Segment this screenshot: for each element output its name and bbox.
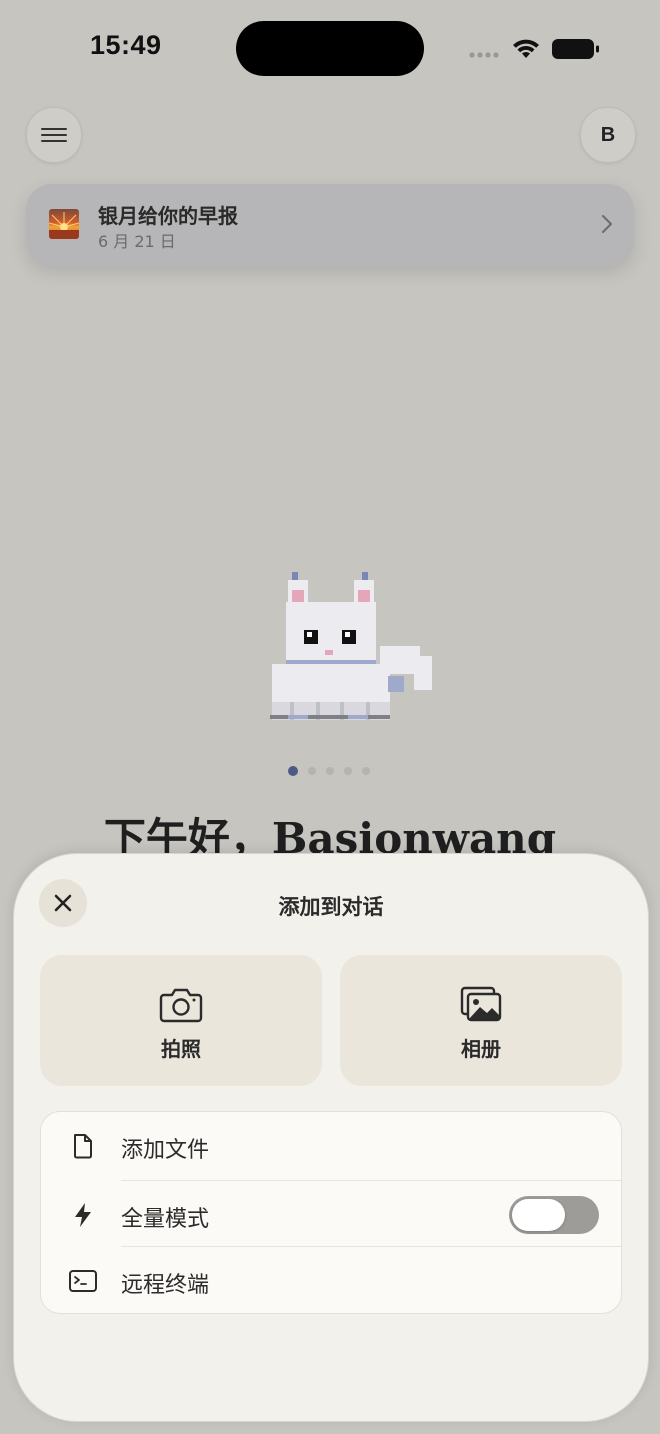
carousel-dots <box>288 766 370 776</box>
avatar-button[interactable]: B <box>580 107 636 163</box>
page-dot-4[interactable] <box>344 767 352 775</box>
file-icon <box>74 1134 92 1159</box>
take-photo-label: 拍照 <box>161 1037 201 1061</box>
add-file-option[interactable]: 添加文件 <box>41 1112 621 1178</box>
toggle-knob <box>512 1199 565 1231</box>
chevron-right-icon <box>602 215 612 233</box>
options-list: 添加文件 全量模式 远程终端 <box>40 1111 622 1314</box>
status-bar: 15:49 <box>0 0 660 100</box>
dynamic-island <box>236 21 424 76</box>
menu-icon <box>41 128 67 142</box>
remote-terminal-label: 远程终端 <box>121 1273 210 1298</box>
status-icons <box>468 36 600 62</box>
full-mode-toggle[interactable] <box>509 1196 599 1234</box>
brief-thumbnail <box>49 209 79 239</box>
add-file-label: 添加文件 <box>121 1138 210 1163</box>
take-photo-button[interactable]: 拍照 <box>40 955 322 1086</box>
sheet-title: 添加到对话 <box>278 895 384 919</box>
page-dot-5[interactable] <box>362 767 370 775</box>
add-to-conversation-sheet: 添加到对话 拍照 相册 添加文件 全量模式 远程终端 <box>13 853 649 1422</box>
photo-album-button[interactable]: 相册 <box>340 955 622 1086</box>
camera-icon <box>159 988 203 1023</box>
page-dot-3[interactable] <box>326 767 334 775</box>
full-mode-option[interactable]: 全量模式 <box>41 1181 621 1247</box>
pixel-cat-mascot <box>268 570 438 729</box>
brief-title: 银月给你的早报 <box>98 204 238 228</box>
menu-button[interactable] <box>26 107 82 163</box>
full-mode-label: 全量模式 <box>121 1207 210 1232</box>
page-dot-2[interactable] <box>308 767 316 775</box>
wifi-icon <box>513 39 539 58</box>
cellular-signal-icon <box>469 52 499 58</box>
status-time: 15:49 <box>90 30 162 60</box>
photo-album-label: 相册 <box>461 1037 501 1061</box>
terminal-icon <box>69 1270 97 1292</box>
page-dot-1[interactable] <box>288 766 298 776</box>
morning-brief-card[interactable]: 银月给你的早报 6 月 21 日 <box>26 184 634 266</box>
lightning-icon <box>75 1203 91 1227</box>
remote-terminal-option[interactable]: 远程终端 <box>41 1247 621 1313</box>
battery-icon <box>552 39 599 59</box>
photo-library-icon <box>460 986 502 1022</box>
brief-date: 6 月 21 日 <box>98 232 176 251</box>
